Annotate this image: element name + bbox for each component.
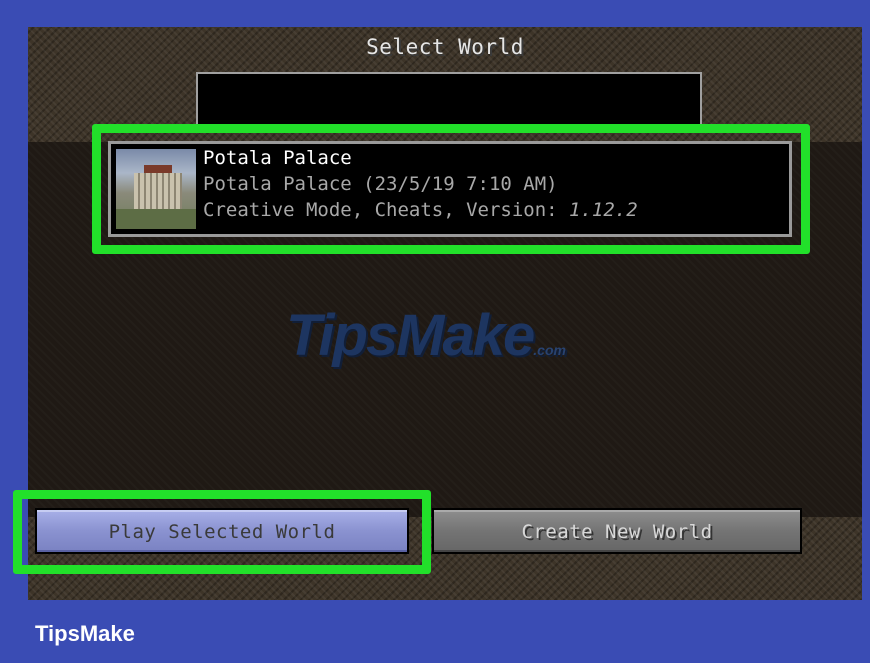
watermark-suffix: .com — [533, 342, 566, 358]
world-name: Potala Palace — [203, 147, 352, 169]
page-frame: Select World Potala Palace Potala Palace… — [0, 0, 870, 663]
search-input[interactable] — [196, 72, 702, 130]
world-subtitle: Potala Palace (23/5/19 7:10 AM) — [203, 173, 558, 195]
watermark-text: TipsMake — [286, 303, 535, 368]
world-thumbnail — [116, 149, 196, 229]
play-selected-world-button[interactable]: Play Selected World — [35, 508, 409, 554]
screen-title: Select World — [366, 35, 524, 59]
world-list-item[interactable]: Potala Palace Potala Palace (23/5/19 7:1… — [108, 141, 792, 237]
footer-brand: TipsMake — [35, 621, 135, 646]
thumbnail-hill — [116, 209, 196, 229]
create-new-world-button[interactable]: Create New World — [432, 508, 802, 554]
world-mode-text: Creative Mode, Cheats, Version: — [203, 199, 570, 221]
world-version: 1.12.2 — [569, 199, 638, 221]
watermark-logo: TipsMake.com — [286, 302, 566, 369]
world-mode: Creative Mode, Cheats, Version: 1.12.2 — [203, 199, 638, 221]
